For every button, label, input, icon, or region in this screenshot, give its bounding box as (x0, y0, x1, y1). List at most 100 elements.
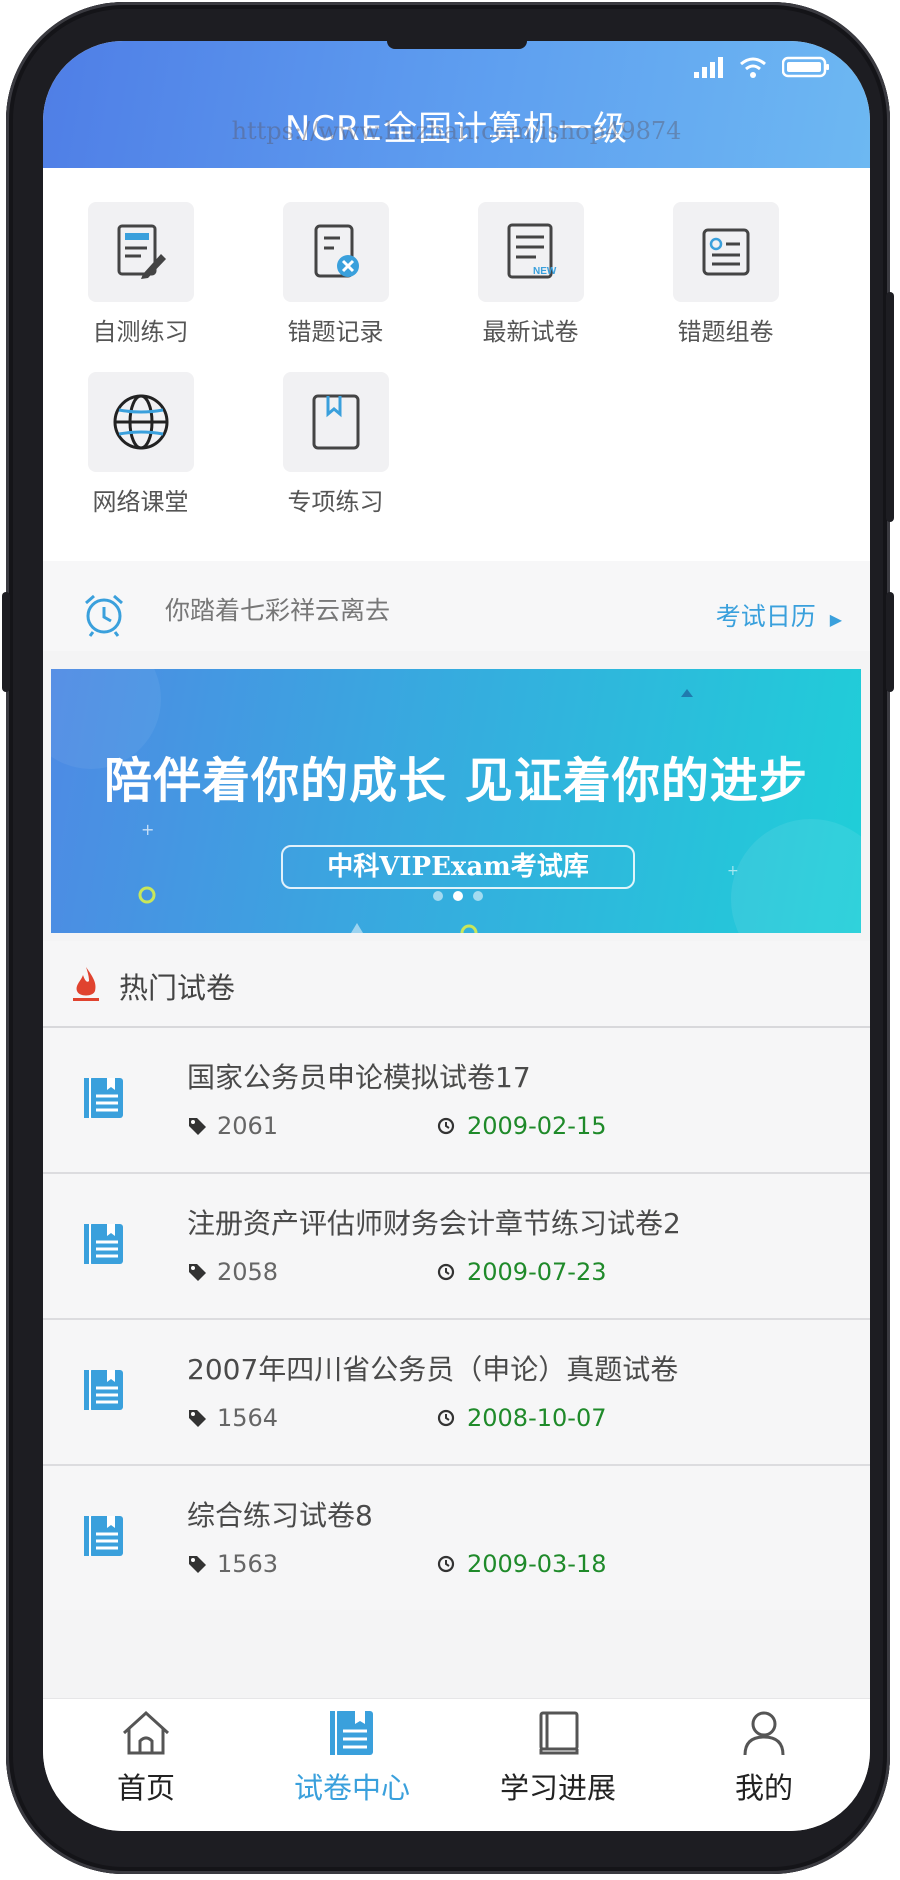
grid-label: 最新试卷 (482, 318, 579, 346)
clock-icon (437, 1117, 455, 1135)
notice-bar: 你踏着七彩祥云离去 考试日历 ▶ (43, 561, 870, 651)
paper-date-value: 2009-03-18 (467, 1550, 607, 1578)
new-paper-icon: NEW (507, 223, 557, 279)
alarm-clock-icon (85, 594, 123, 637)
carousel-dot[interactable] (473, 891, 483, 901)
paper-title: 国家公务员申论模拟试卷17 (187, 1061, 531, 1094)
hot-papers-header: 热门试卷 (43, 941, 870, 1028)
svg-text:NEW: NEW (533, 266, 557, 277)
chevron-right-icon: ▶ (829, 610, 842, 629)
clock-icon (437, 1409, 455, 1427)
paper-center-icon (330, 1711, 373, 1755)
tab-label: 学习进展 (499, 1771, 616, 1805)
paper-date-value: 2009-02-15 (467, 1112, 607, 1140)
paper-book-icon (84, 1516, 123, 1556)
paper-count-value: 1564 (217, 1404, 279, 1432)
app-screen: NCRE全国计算机一级 https://www.huzhan.com/ishop… (43, 41, 870, 1831)
paper-book-icon (84, 1370, 123, 1410)
tab-label: 我的 (734, 1771, 793, 1805)
svg-text:+: + (727, 863, 739, 879)
grid-label: 专项练习 (287, 488, 384, 516)
tab-mine[interactable]: 我的 (661, 1709, 867, 1807)
paper-count: 1563 (187, 1550, 278, 1578)
carousel-dot-active[interactable] (453, 891, 463, 901)
user-icon (743, 1711, 785, 1756)
paper-book-icon (84, 1078, 123, 1118)
paper-date: 2009-02-15 (437, 1112, 606, 1140)
hot-papers-list: 国家公务员申论模拟试卷17 2061 2009-02-15 注册资产评估师财务会… (43, 1028, 870, 1610)
notice-text: 你踏着七彩祥云离去 (165, 596, 391, 625)
grid-item-special-practice[interactable]: 专项练习 (238, 372, 433, 517)
clock-icon (437, 1555, 455, 1573)
compose-paper-icon (702, 228, 749, 276)
paper-row[interactable]: 2007年四川省公务员（申论）真题试卷 1564 2008-10-07 (43, 1320, 870, 1466)
banner-headline: 陪伴着你的成长 见证着你的进步 (104, 753, 808, 809)
section-title: 热门试卷 (119, 971, 236, 1005)
paper-row[interactable]: 注册资产评估师财务会计章节练习试卷2 2058 2009-07-23 (43, 1174, 870, 1320)
paper-date: 2009-07-23 (437, 1258, 606, 1286)
tab-label: 试卷中心 (293, 1771, 410, 1805)
tag-icon (189, 1410, 206, 1427)
paper-date-value: 2008-10-07 (467, 1404, 607, 1432)
grid-item-online-class[interactable]: 网络课堂 (43, 372, 238, 517)
exam-calendar-label: 考试日历 (715, 602, 816, 631)
paper-row[interactable]: 国家公务员申论模拟试卷17 2061 2009-02-15 (43, 1028, 870, 1174)
globe-icon (113, 394, 168, 450)
signal-icon (694, 57, 723, 78)
promo-banner[interactable]: + + 陪伴着你的成长 见证着你的进步 中科VIPExam考试库 (51, 669, 861, 933)
tag-icon (189, 1264, 206, 1281)
wifi-icon (740, 57, 766, 78)
svg-text:+: + (141, 820, 154, 839)
paper-date: 2008-10-07 (437, 1404, 606, 1432)
book-stack-icon (539, 1711, 579, 1755)
paper-count: 1564 (187, 1404, 278, 1432)
bottom-tab-bar: 首页 试卷中心 学习进展 我的 (43, 1698, 870, 1831)
paper-count-value: 2058 (217, 1258, 279, 1286)
status-bar (694, 55, 830, 79)
paper-count: 2061 (187, 1112, 278, 1140)
grid-label: 自测练习 (92, 318, 189, 346)
notch (386, 41, 527, 49)
paper-date-value: 2009-07-23 (467, 1258, 607, 1286)
grid-label: 错题记录 (287, 318, 384, 346)
tab-label: 首页 (116, 1771, 175, 1805)
edit-document-icon (117, 224, 166, 279)
tab-home[interactable]: 首页 (43, 1709, 249, 1807)
home-icon (122, 1710, 170, 1755)
grid-item-self-test[interactable]: 自测练习 (43, 202, 238, 347)
side-button (886, 592, 894, 692)
paper-book-icon (84, 1224, 123, 1264)
paper-title: 注册资产评估师财务会计章节练习试卷2 (187, 1207, 681, 1240)
feature-grid: 自测练习 错题记录 NEW 最新试卷 错题组卷 网络课堂 专项练习 (43, 168, 870, 561)
paper-count-value: 2061 (217, 1112, 279, 1140)
phone-frame: NCRE全国计算机一级 https://www.huzhan.com/ishop… (2, 2, 894, 1874)
bookmark-book-icon (312, 394, 359, 450)
paper-count-value: 1563 (217, 1550, 279, 1578)
clock-icon (437, 1263, 455, 1281)
grid-item-compose-paper[interactable]: 错题组卷 (628, 202, 823, 347)
wrong-record-icon (314, 224, 359, 278)
carousel-dots (433, 891, 483, 901)
tab-paper-center[interactable]: 试卷中心 (249, 1709, 455, 1807)
paper-title: 2007年四川省公务员（申论）真题试卷 (187, 1353, 679, 1386)
grid-label: 错题组卷 (677, 318, 774, 346)
carousel-dot[interactable] (433, 891, 443, 901)
fire-icon (73, 967, 99, 1001)
tag-icon (189, 1556, 206, 1573)
paper-count: 2058 (187, 1258, 278, 1286)
volume-button (2, 592, 10, 692)
tab-progress[interactable]: 学习进展 (455, 1709, 661, 1807)
paper-title: 综合练习试卷8 (187, 1499, 373, 1532)
paper-date: 2009-03-18 (437, 1550, 606, 1578)
battery-icon (782, 56, 829, 78)
app-header: NCRE全国计算机一级 https://www.huzhan.com/ishop… (43, 41, 870, 168)
watermark-url: https://www.huzhan.com/ishop49874 (231, 117, 682, 145)
exam-calendar-link[interactable]: 考试日历 ▶ (716, 597, 842, 633)
power-button (886, 292, 894, 522)
grid-label: 网络课堂 (92, 488, 189, 516)
paper-row[interactable]: 综合练习试卷8 1563 2009-03-18 (43, 1466, 870, 1610)
grid-item-new-paper[interactable]: NEW 最新试卷 (433, 202, 628, 347)
tag-icon (189, 1118, 206, 1135)
grid-item-wrong-record[interactable]: 错题记录 (238, 202, 433, 347)
banner-pill: 中科VIPExam考试库 (281, 845, 635, 889)
